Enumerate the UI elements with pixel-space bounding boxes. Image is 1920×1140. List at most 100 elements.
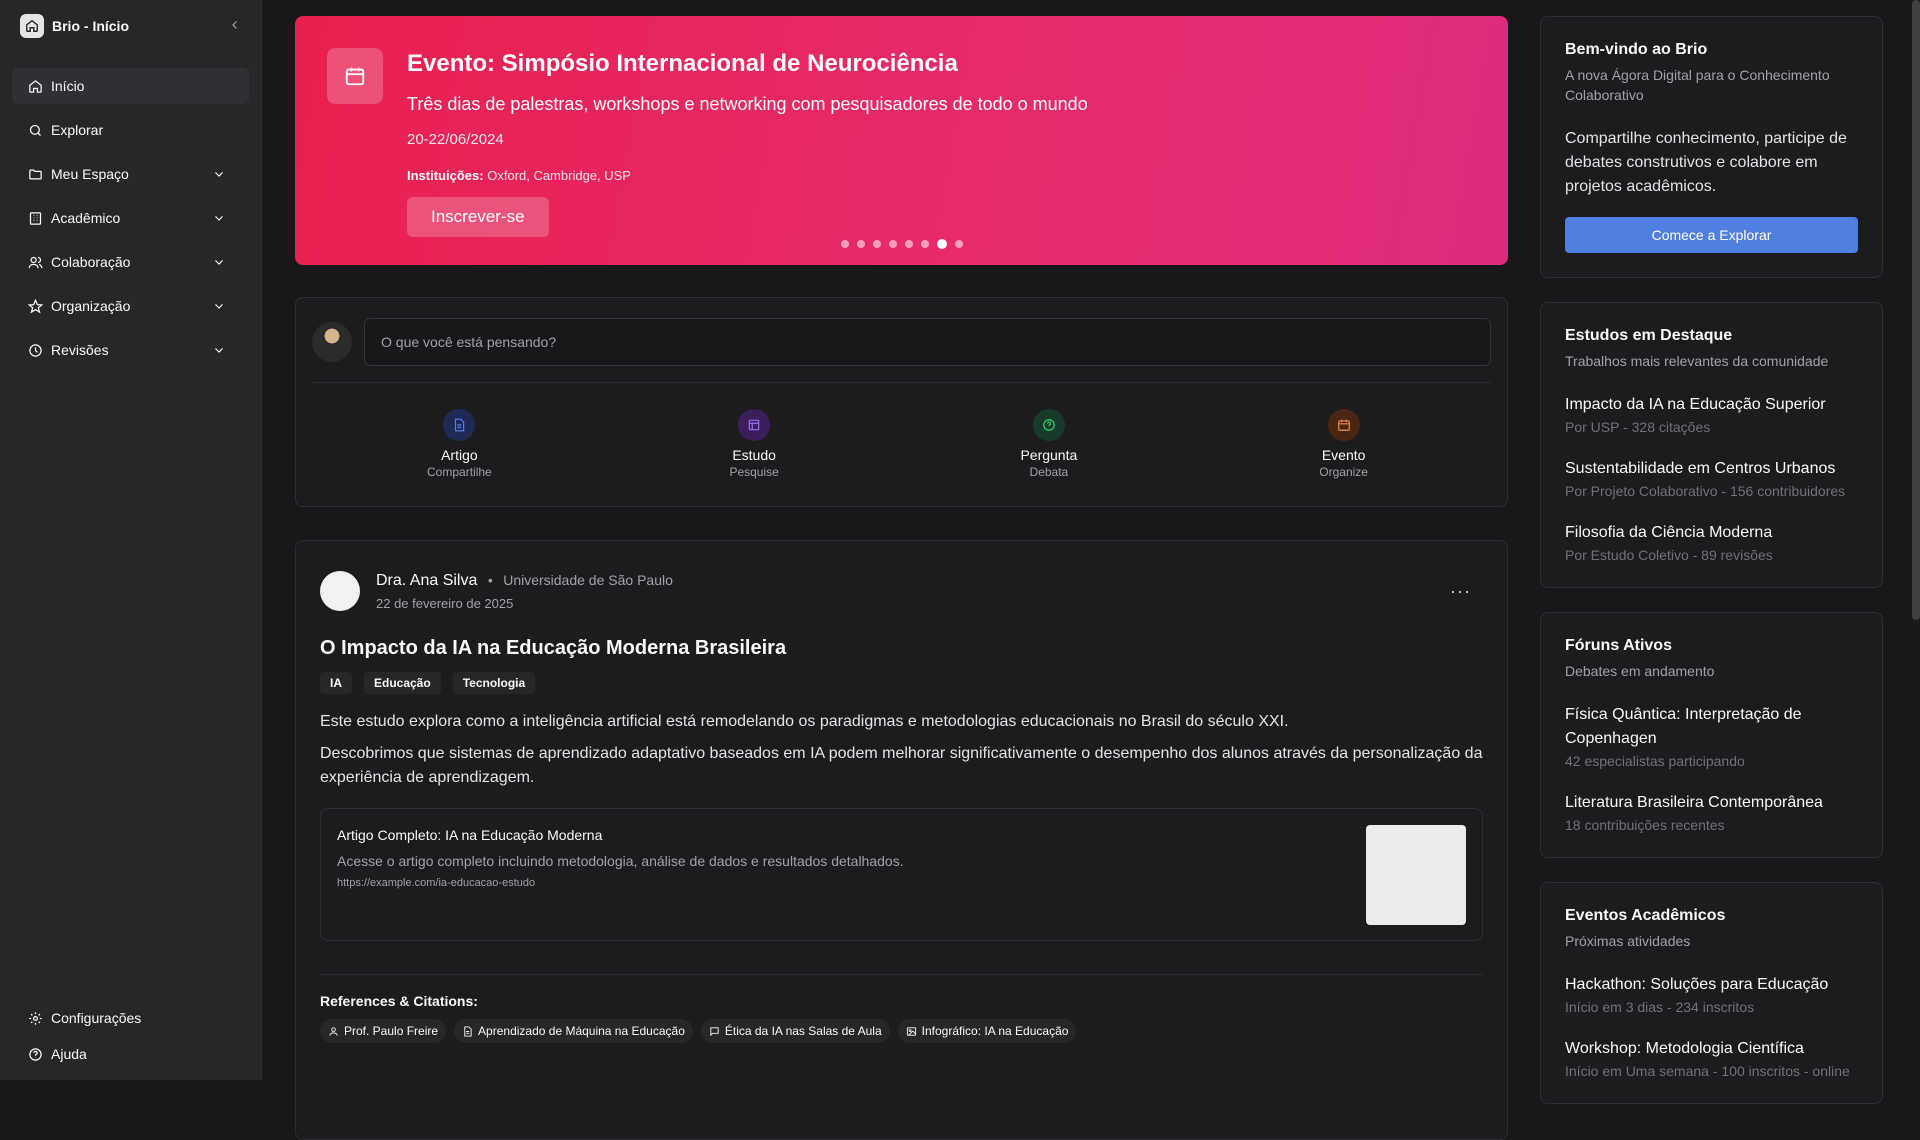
item-meta: Início em Uma semana - 100 inscritos - o…: [1565, 1063, 1850, 1079]
post-body: Este estudo explora como a inteligência …: [320, 713, 1289, 730]
card-text: Compartilhe conhecimento, participe de d…: [1565, 130, 1847, 195]
chevron-down-icon: [215, 260, 223, 265]
scrollbar[interactable]: [1912, 0, 1920, 620]
sidebar-item-revisoes[interactable]: Revisões: [12, 332, 249, 368]
list-item[interactable]: Literatura Brasileira Contemporânea 18 c…: [1565, 791, 1858, 833]
reference-chip[interactable]: Aprendizado de Máquina na Educação: [454, 1019, 693, 1043]
post-title[interactable]: O Impacto da IA na Educação Moderna Bras…: [320, 637, 1483, 660]
composer-actions: Artigo Compartilhe Estudo Pesquise Pergu…: [312, 409, 1491, 479]
action-estudo[interactable]: Estudo Pesquise: [679, 409, 829, 479]
post-input[interactable]: O que você está pensando?: [364, 318, 1491, 366]
link-thumbnail: [1366, 825, 1466, 925]
list-item[interactable]: Impacto da IA na Educação Superior Por U…: [1565, 393, 1858, 435]
sidebar-item-organizacao[interactable]: Organização: [12, 288, 249, 324]
item-title: Literatura Brasileira Contemporânea: [1565, 794, 1823, 811]
author-info: Dra. Ana Silva • Universidade de São Pau…: [376, 572, 673, 611]
card-title: Eventos Acadêmicos: [1565, 907, 1726, 924]
item-meta: Início em 3 dias - 234 inscritos: [1565, 999, 1755, 1015]
card-subtitle: Trabalhos mais relevantes da comunidade: [1565, 353, 1829, 369]
app-title: Brio - Início: [52, 18, 129, 34]
action-sub: Debata: [1029, 465, 1069, 479]
author-name[interactable]: Dra. Ana Silva: [376, 572, 477, 589]
calendar-icon: [1327, 409, 1360, 441]
sidebar-item-label: Acadêmico: [51, 210, 121, 226]
tag[interactable]: Tecnologia: [452, 672, 536, 694]
references-list: Prof. Paulo Freire Aprendizado de Máquin…: [320, 1019, 1483, 1043]
star-icon: [28, 298, 43, 314]
building-icon: [29, 211, 42, 225]
separator-dot: •: [487, 571, 493, 588]
action-label: Estudo: [732, 447, 776, 463]
carousel-dot[interactable]: [955, 240, 963, 248]
carousel-dot[interactable]: [873, 240, 881, 248]
chevron-left-icon[interactable]: [229, 18, 241, 34]
register-button[interactable]: Inscrever-se: [407, 197, 549, 237]
active-forums-card: Fóruns Ativos Debates em andamento Físic…: [1540, 612, 1883, 858]
reference-chip[interactable]: Prof. Paulo Freire: [320, 1019, 447, 1043]
action-sub: Compartilhe: [427, 465, 492, 479]
action-evento[interactable]: Evento Organize: [1269, 409, 1419, 479]
author-institution: Universidade de São Paulo: [503, 571, 673, 588]
reference-chip[interactable]: Infográfico: IA na Educação: [897, 1019, 1077, 1043]
composer-row: O que você está pensando?: [312, 318, 1491, 366]
sidebar-item-inicio[interactable]: Início: [12, 68, 249, 104]
sidebar-item-academico[interactable]: Acadêmico: [12, 200, 249, 236]
action-pergunta[interactable]: Pergunta Debata: [974, 409, 1124, 479]
item-title: Impacto da IA na Educação Superior: [1565, 396, 1826, 413]
tag[interactable]: Educação: [364, 672, 441, 694]
list-item[interactable]: Física Quântica: Interpretação de Copenh…: [1565, 703, 1858, 769]
post-composer: O que você está pensando? Artigo Compart…: [295, 297, 1508, 507]
welcome-card: Bem-vindo ao Brio A nova Ágora Digital p…: [1540, 16, 1883, 278]
avatar[interactable]: [312, 322, 352, 362]
post-header: Dra. Ana Silva • Universidade de São Pau…: [320, 571, 1483, 611]
list-item[interactable]: Hackathon: Soluções para Educação Início…: [1565, 973, 1858, 1015]
author-avatar[interactable]: [320, 571, 360, 611]
sidebar-item-meu-espaco[interactable]: Meu Espaço: [12, 156, 249, 192]
clock-icon: [29, 343, 42, 357]
item-title: Física Quântica: Interpretação de Copenh…: [1565, 706, 1802, 747]
academic-events-card: Eventos Acadêmicos Próximas atividades H…: [1540, 882, 1883, 1104]
item-title: Hackathon: Soluções para Educação: [1565, 976, 1829, 993]
sidebar-item-colaboracao[interactable]: Colaboração: [12, 244, 249, 280]
carousel-dot[interactable]: [905, 240, 913, 248]
item-title: Sustentabilidade em Centros Urbanos: [1565, 460, 1836, 477]
sidebar-item-label: Revisões: [51, 342, 109, 358]
help-icon: [29, 1047, 42, 1061]
chevron-down-icon: [215, 348, 223, 353]
start-exploring-button[interactable]: Comece a Explorar: [1565, 217, 1858, 253]
list-item[interactable]: Sustentabilidade em Centros Urbanos Por …: [1565, 457, 1858, 499]
link-url: https://example.com/ia-educacao-estudo: [337, 877, 536, 889]
carousel-dot[interactable]: [889, 240, 897, 248]
carousel-dot[interactable]: [921, 240, 929, 248]
sidebar-item-label: Início: [51, 78, 85, 94]
item-meta: Por Estudo Coletivo - 89 revisões: [1565, 547, 1773, 563]
banner-institutions: Instituições: Oxford, Cambridge, USP: [407, 168, 1088, 183]
institutions-value: Oxford, Cambridge, USP: [487, 168, 631, 183]
reference-chip[interactable]: Ética da IA nas Salas de Aula: [700, 1019, 890, 1043]
sidebar-item-ajuda[interactable]: Ajuda: [12, 1036, 249, 1072]
action-artigo[interactable]: Artigo Compartilhe: [384, 409, 534, 479]
sidebar-item-explorar[interactable]: Explorar: [12, 112, 249, 148]
featured-studies-card: Estudos em Destaque Trabalhos mais relev…: [1540, 302, 1883, 588]
carousel-dot-active[interactable]: [937, 239, 947, 249]
layout-icon: [738, 409, 771, 441]
item-meta: Por USP - 328 citações: [1565, 419, 1711, 435]
list-item[interactable]: Workshop: Metodologia Científica Início …: [1565, 1037, 1858, 1079]
sidebar-item-label: Explorar: [51, 122, 104, 138]
tag[interactable]: IA: [320, 672, 352, 694]
link-preview[interactable]: Artigo Completo: IA na Educação Moderna …: [320, 808, 1483, 941]
list-item[interactable]: Filosofia da Ciência Moderna Por Estudo …: [1565, 521, 1858, 563]
sidebar-item-configuracoes[interactable]: Configurações: [12, 1000, 249, 1036]
sidebar-item-label: Colaboração: [51, 254, 131, 270]
folder-icon: [29, 169, 42, 179]
users-icon: [28, 256, 43, 268]
item-meta: Por Projeto Colaborativo - 156 contribui…: [1565, 483, 1846, 499]
post-body: Descobrimos que sistemas de aprendizado …: [320, 745, 1483, 786]
carousel-dot[interactable]: [857, 240, 865, 248]
right-sidebar: Bem-vindo ao Brio A nova Ágora Digital p…: [1540, 16, 1883, 1128]
action-label: Artigo: [441, 447, 478, 463]
calendar-icon: [327, 48, 383, 104]
carousel-dots: [841, 239, 971, 249]
more-options-icon[interactable]: ···: [1450, 581, 1471, 602]
carousel-dot[interactable]: [841, 240, 849, 248]
